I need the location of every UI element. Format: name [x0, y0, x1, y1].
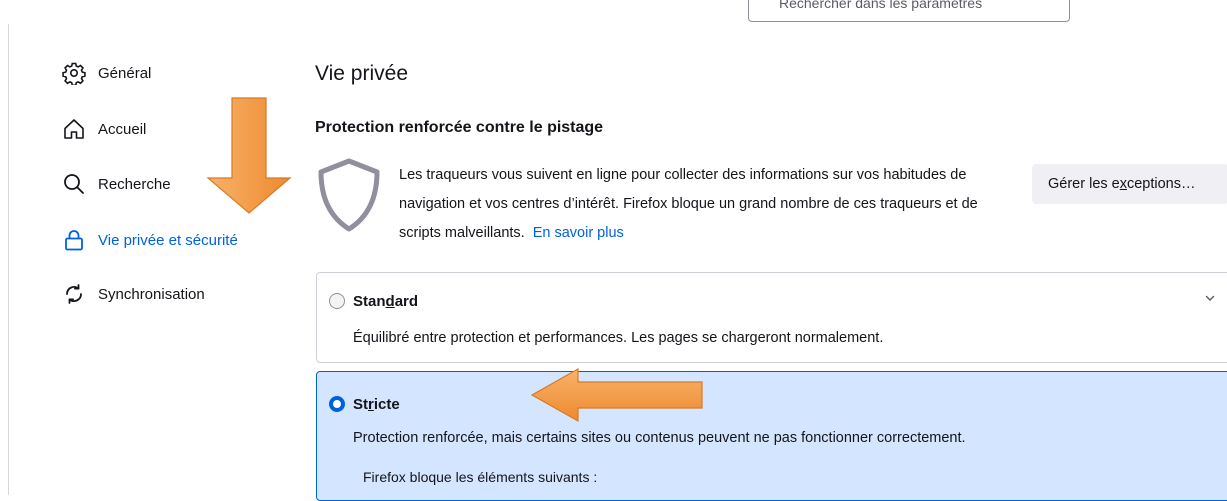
standard-option-title: Standard: [353, 293, 418, 310]
gear-icon: [62, 61, 86, 85]
page-title: Vie privée: [315, 62, 409, 85]
learn-more-link[interactable]: En savoir plus: [533, 225, 624, 241]
strict-option-card[interactable]: Stricte Protection renforcée, mais certa…: [316, 371, 1227, 501]
shield-icon: [317, 157, 381, 238]
tracking-protection-description: Les traqueurs vous suivent en ligne pour…: [399, 161, 1019, 248]
sidebar-item-label: Synchronisation: [98, 285, 205, 303]
manage-exceptions-button[interactable]: Gérer les exceptions…: [1032, 164, 1227, 204]
title-part: Stan: [353, 293, 386, 310]
accesskey-letter: x: [1119, 176, 1127, 192]
sidebar-item-privacy[interactable]: Vie privée et sécurité: [62, 226, 238, 254]
standard-radio[interactable]: [329, 293, 345, 309]
section-title: Protection renforcée contre le pistage: [315, 119, 604, 136]
sidebar-item-general[interactable]: Général: [62, 59, 151, 87]
sidebar-item-label: Recherche: [98, 175, 171, 193]
button-label-part: ceptions…: [1126, 176, 1196, 192]
title-part: St: [353, 396, 368, 413]
standard-option-card[interactable]: Standard Équilibré entre protection et p…: [316, 272, 1227, 363]
home-icon: [62, 117, 86, 141]
sidebar-item-label: Accueil: [98, 120, 147, 138]
strict-option-description: Protection renforcée, mais certains site…: [353, 430, 966, 446]
title-part: ard: [394, 293, 419, 310]
settings-search-input[interactable]: Rechercher dans les paramètres: [748, 0, 1070, 22]
sidebar-item-search[interactable]: Recherche: [62, 170, 171, 198]
description-text: Les traqueurs vous suivent en ligne pour…: [399, 167, 978, 241]
chevron-down-icon[interactable]: [1203, 291, 1217, 310]
sync-icon: [62, 282, 86, 306]
standard-option-description: Équilibré entre protection et performanc…: [353, 330, 884, 346]
sidebar-item-sync[interactable]: Synchronisation: [62, 280, 205, 308]
blocked-items-heading: Firefox bloque les éléments suivants :: [363, 469, 598, 485]
title-part: icte: [373, 396, 400, 413]
sidebar-item-label: Général: [98, 64, 152, 82]
strict-radio[interactable]: [329, 396, 345, 412]
annotation-arrow-left: [530, 367, 703, 423]
lock-icon: [62, 228, 86, 252]
sidebar-item-home[interactable]: Accueil: [62, 115, 146, 143]
strict-option-title: Stricte: [353, 396, 400, 413]
accesskey-letter: d: [385, 293, 395, 310]
search-icon: [62, 172, 86, 196]
button-label-part: Gérer les e: [1048, 176, 1120, 192]
annotation-arrow-down: [206, 97, 292, 214]
search-placeholder: Rechercher dans les paramètres: [779, 0, 983, 11]
sidebar-item-label: Vie privée et sécurité: [98, 231, 238, 249]
sidebar-divider: [8, 24, 9, 495]
